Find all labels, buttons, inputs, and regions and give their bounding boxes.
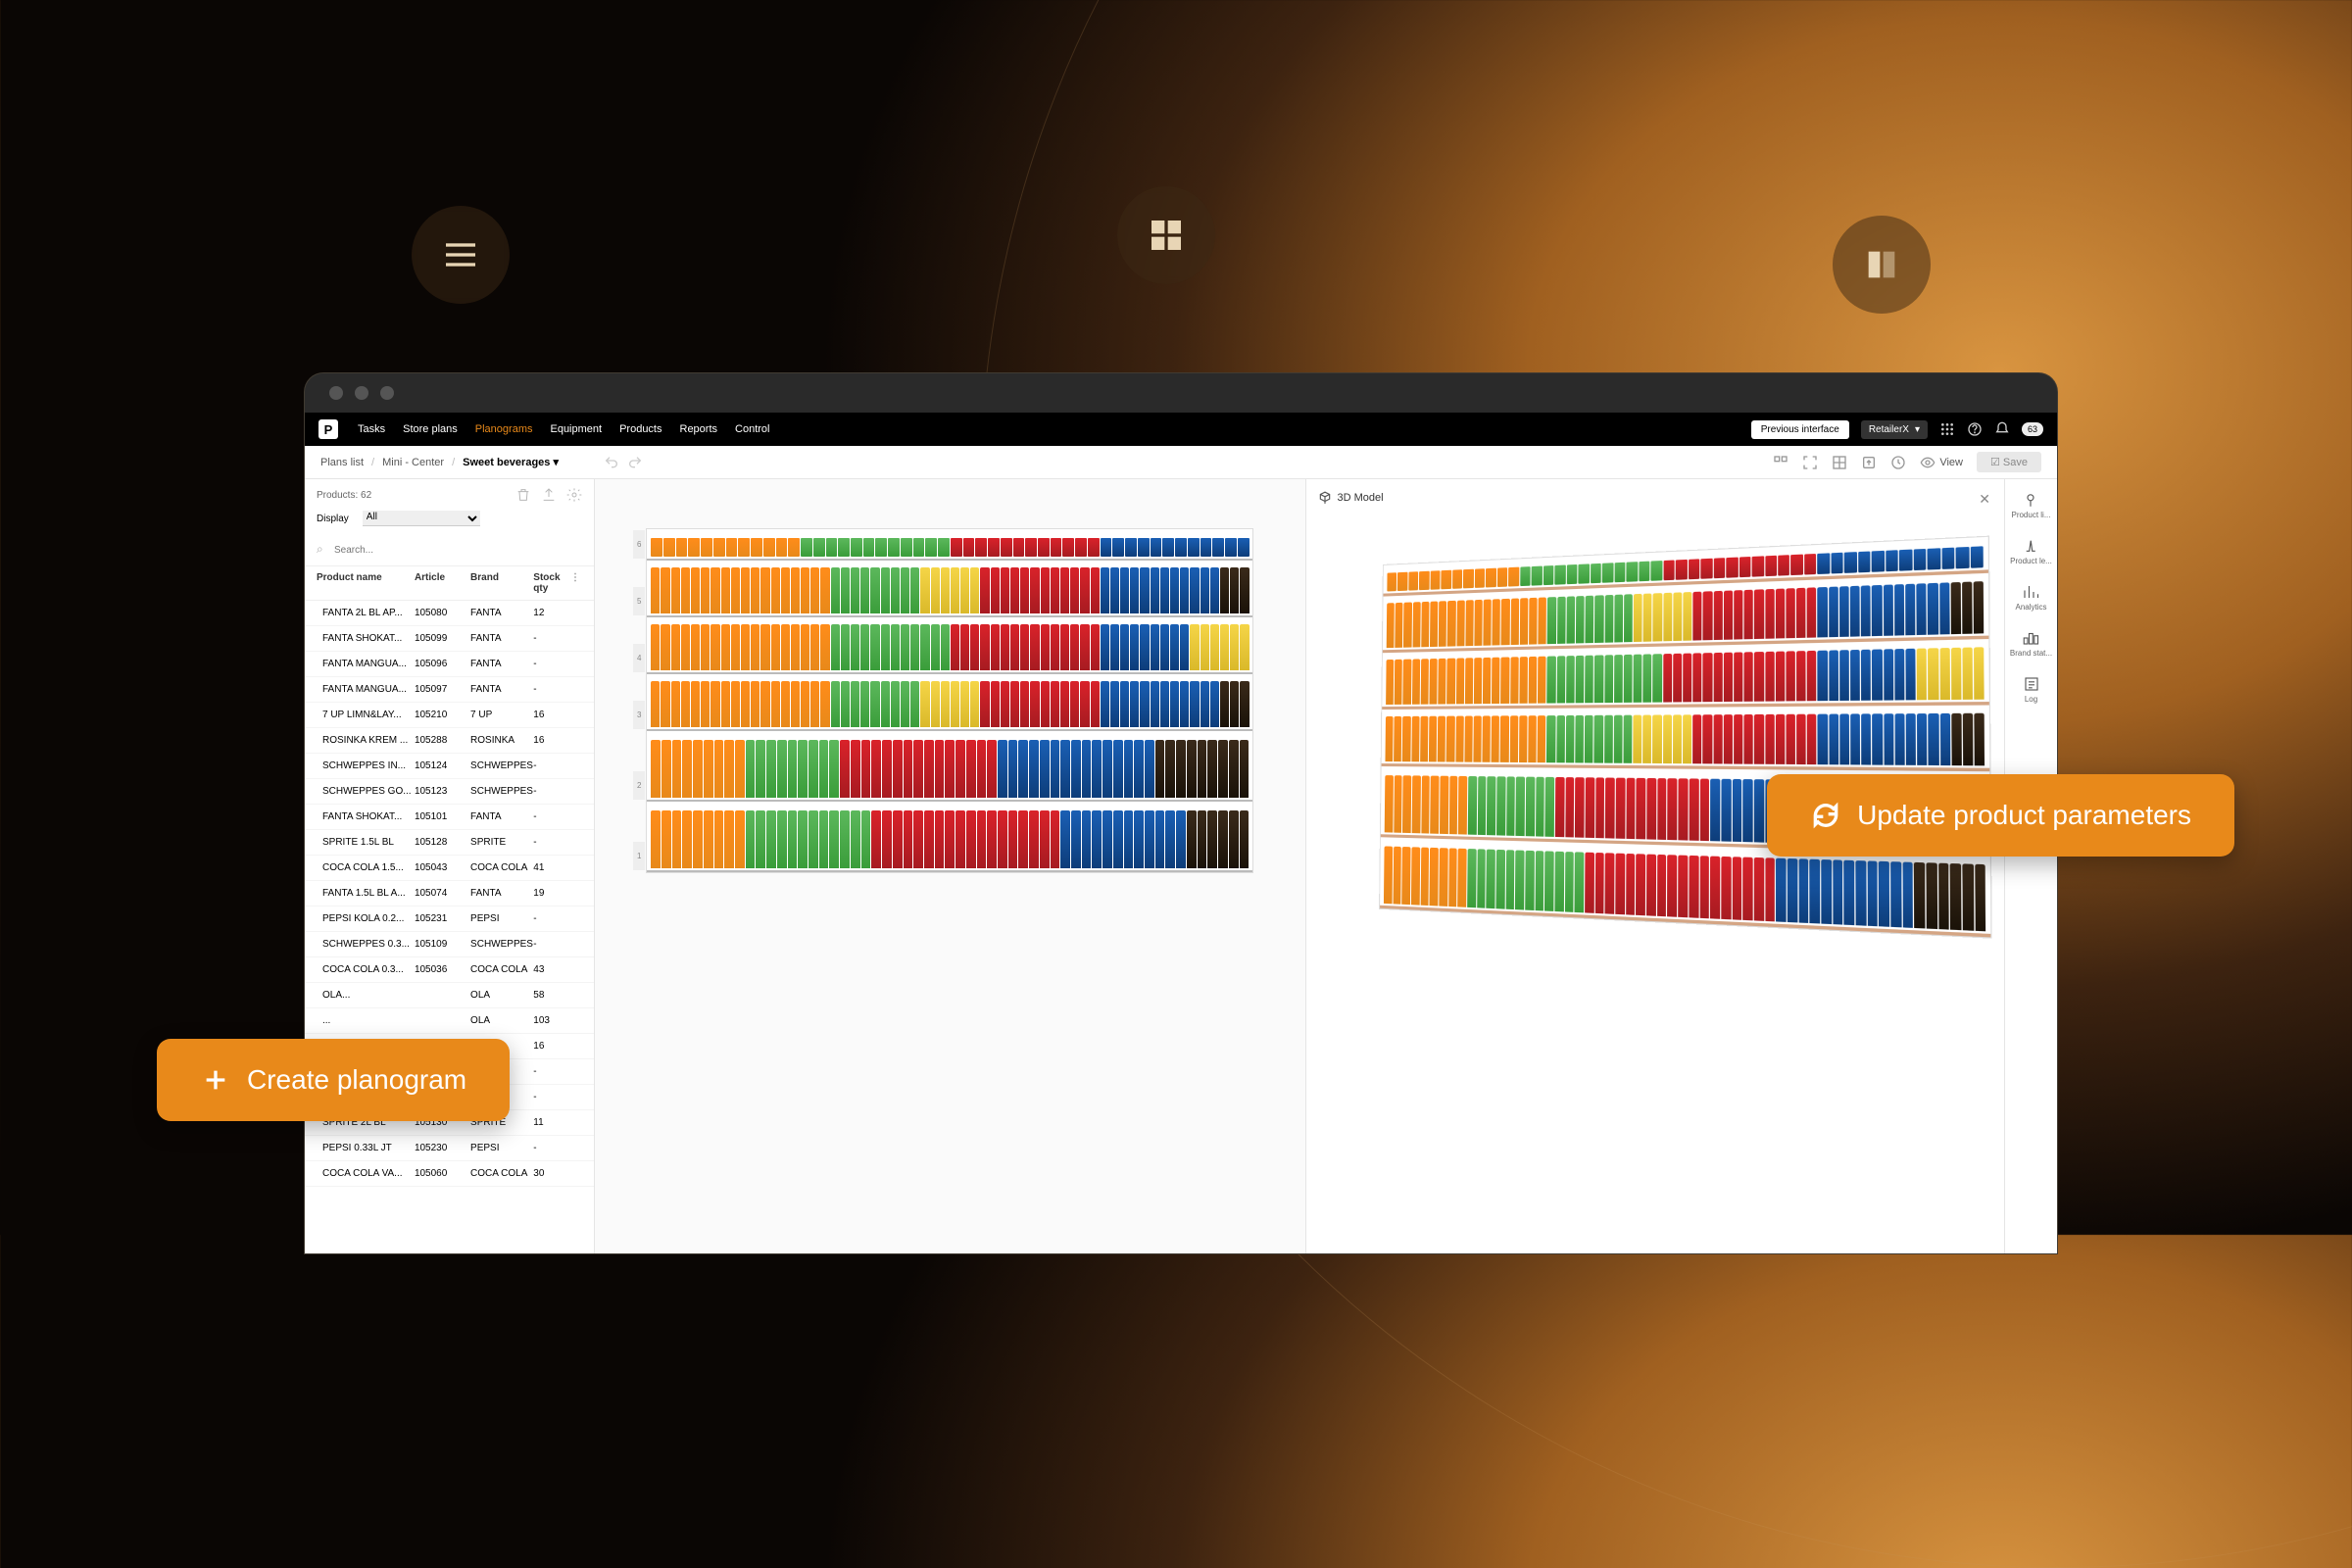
search-input[interactable] bbox=[317, 541, 582, 560]
table-row[interactable]: SCHWEPPES IN... 105124 SCHWEPPES - bbox=[305, 754, 594, 779]
settings-icon[interactable] bbox=[566, 487, 582, 503]
breadcrumb-bar: Plans list / Mini - Center / Sweet bever… bbox=[305, 446, 2057, 479]
rail-analytics[interactable]: Analytics bbox=[2015, 583, 2046, 612]
close-icon[interactable]: ✕ bbox=[1979, 491, 1990, 508]
planogram-canvas[interactable]: 654321 bbox=[595, 479, 1305, 1254]
delete-icon[interactable] bbox=[515, 487, 531, 503]
col-qty[interactable]: Stock qty bbox=[533, 572, 568, 594]
right-rail: Product li... Product le... Analytics Br… bbox=[2004, 479, 2057, 1254]
table-row[interactable]: FANTA SHOKAT... 105099 FANTA - bbox=[305, 626, 594, 652]
3d-panel: 3D Model ✕ bbox=[1305, 479, 2005, 1254]
table-row[interactable]: SCHWEPPES 0.3... 105109 SCHWEPPES - bbox=[305, 932, 594, 957]
create-planogram-callout[interactable]: Create planogram bbox=[157, 1039, 510, 1121]
window-controls bbox=[305, 373, 2057, 413]
upload-icon[interactable] bbox=[541, 487, 557, 503]
crumb-category[interactable]: Sweet beverages ▾ bbox=[463, 456, 559, 468]
col-brand[interactable]: Brand bbox=[470, 572, 533, 594]
rail-log[interactable]: Log bbox=[2023, 675, 2040, 704]
canvas-area: 654321 3D Model ✕ bbox=[595, 479, 2004, 1254]
table-row[interactable]: 7 UP LIMN&LAY... 105210 7 UP 16 bbox=[305, 703, 594, 728]
table-row[interactable]: COCA COLA VA... 105060 COCA COLA 30 bbox=[305, 1161, 594, 1187]
crumb-store[interactable]: Mini - Center bbox=[382, 457, 444, 468]
help-icon[interactable] bbox=[1967, 421, 1983, 437]
table-row[interactable]: FANTA MANGUA... 105097 FANTA - bbox=[305, 677, 594, 703]
table-row[interactable]: ... OLA 103 bbox=[305, 1008, 594, 1034]
nav-reports[interactable]: Reports bbox=[680, 423, 718, 435]
update-parameters-callout[interactable]: Update product parameters bbox=[1767, 774, 2234, 857]
table-row[interactable]: FANTA 1.5L BL A... 105074 FANTA 19 bbox=[305, 881, 594, 906]
nav-planograms[interactable]: Planograms bbox=[475, 423, 533, 435]
grid-toggle-icon[interactable] bbox=[1832, 455, 1847, 470]
table-row[interactable]: SPRITE 1.5L BL 105128 SPRITE - bbox=[305, 830, 594, 856]
table-row[interactable]: FANTA MANGUA... 105096 FANTA - bbox=[305, 652, 594, 677]
nav-equipment[interactable]: Equipment bbox=[550, 423, 602, 435]
table-row[interactable]: SCHWEPPES GO... 105123 SCHWEPPES - bbox=[305, 779, 594, 805]
product-table: Product name Article Brand Stock qty ⋮ F… bbox=[305, 566, 594, 1254]
table-row[interactable]: ROSINKA KREM ... 105288 ROSINKA 16 bbox=[305, 728, 594, 754]
retailer-select[interactable]: RetailerX▾ bbox=[1861, 420, 1928, 439]
table-row[interactable]: COCA COLA 0.3... 105036 COCA COLA 43 bbox=[305, 957, 594, 983]
save-button[interactable]: ☑ Save bbox=[1977, 452, 2041, 472]
view-toggle[interactable]: View bbox=[1920, 455, 1963, 470]
app-logo[interactable]: P bbox=[318, 419, 338, 439]
table-row[interactable]: PEPSI 0.33L JT 105230 PEPSI - bbox=[305, 1136, 594, 1161]
3d-panel-title: 3D Model bbox=[1318, 491, 1993, 505]
col-article[interactable]: Article bbox=[415, 572, 470, 594]
product-panel: Products: 62 Display All bbox=[305, 479, 595, 1254]
topbar: P Tasks Store plans Planograms Equipment… bbox=[305, 413, 2057, 446]
redo-icon[interactable] bbox=[627, 455, 643, 470]
previous-interface-button[interactable]: Previous interface bbox=[1751, 420, 1849, 439]
rail-brand-stats[interactable]: Brand stat... bbox=[2010, 629, 2052, 658]
nav-store-plans[interactable]: Store plans bbox=[403, 423, 458, 435]
undo-icon[interactable] bbox=[604, 455, 619, 470]
table-row[interactable]: OLA... OLA 58 bbox=[305, 983, 594, 1008]
hamburger-icon bbox=[412, 206, 510, 304]
table-row[interactable]: FANTA 2L BL AP... 105080 FANTA 12 bbox=[305, 601, 594, 626]
products-count: Products: 62 bbox=[317, 490, 371, 501]
nav-products[interactable]: Products bbox=[619, 423, 662, 435]
notification-badge[interactable]: 63 bbox=[2022, 422, 2043, 436]
compare-icon bbox=[1833, 216, 1931, 314]
nav-control[interactable]: Control bbox=[735, 423, 769, 435]
table-row[interactable]: COCA COLA 1.5... 105043 COCA COLA 41 bbox=[305, 856, 594, 881]
crumb-plans-list[interactable]: Plans list bbox=[320, 457, 364, 468]
history-icon[interactable] bbox=[1890, 455, 1906, 470]
layout-icon[interactable] bbox=[1773, 455, 1788, 470]
bell-icon[interactable] bbox=[1994, 421, 2010, 437]
main-content: Products: 62 Display All bbox=[305, 479, 2057, 1254]
table-row[interactable]: FANTA SHOKAT... 105101 FANTA - bbox=[305, 805, 594, 830]
rail-product-level[interactable]: Product le... bbox=[2010, 537, 2052, 565]
rail-product-list[interactable]: Product li... bbox=[2011, 491, 2050, 519]
apps-icon[interactable] bbox=[1939, 421, 1955, 437]
display-select[interactable]: All bbox=[363, 511, 480, 526]
display-label: Display bbox=[317, 514, 349, 524]
expand-icon[interactable] bbox=[1802, 455, 1818, 470]
table-row[interactable]: PEPSI KOLA 0.2... 105231 PEPSI - bbox=[305, 906, 594, 932]
grid-icon bbox=[1117, 186, 1215, 284]
col-name[interactable]: Product name bbox=[317, 572, 415, 594]
more-columns-icon[interactable]: ⋮ bbox=[568, 572, 582, 594]
export-icon[interactable] bbox=[1861, 455, 1877, 470]
nav-tasks[interactable]: Tasks bbox=[358, 423, 385, 435]
